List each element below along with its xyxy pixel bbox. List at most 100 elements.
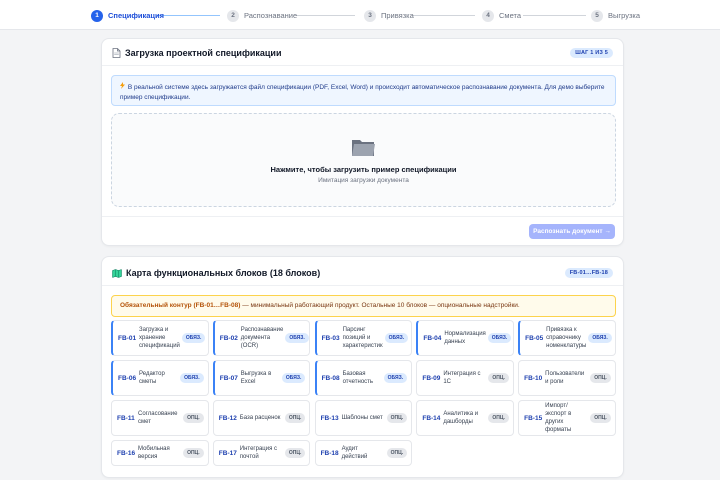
block-name: Интеграция с 1С (443, 371, 481, 385)
step-connector (523, 15, 586, 16)
optional-badge: ОПЦ. (590, 413, 611, 423)
mandatory-badge: ОБЯЗ. (383, 373, 408, 383)
mandatory-warning: Обязательный контур (FB-01…FB-08) — мини… (111, 295, 616, 317)
block-code: FB-05 (525, 334, 544, 342)
document-icon (112, 48, 121, 58)
dropzone-title: Нажмите, чтобы загрузить пример специфик… (270, 165, 457, 174)
optional-badge: ОПЦ. (183, 448, 204, 458)
optional-badge: ОПЦ. (386, 448, 408, 458)
upload-title: Загрузка проектной спецификации (125, 48, 282, 58)
functional-block-card[interactable]: FB-14 Аналитика и дашборды ОПЦ. (416, 400, 514, 436)
mandatory-badge: ОБЯЗ. (588, 333, 612, 343)
info-banner: В реальной системе здесь загружается фай… (111, 75, 616, 106)
step-label: Спецификация (108, 11, 165, 20)
functional-block-card[interactable]: FB-10 Пользователи и роли ОПЦ. (518, 360, 616, 396)
mandatory-badge: ОБЯЗ. (181, 333, 206, 343)
step-connector (413, 15, 475, 16)
functional-block-card[interactable]: FB-06 Редактор сметы ОБЯЗ. (111, 360, 209, 396)
header-divider (102, 65, 623, 66)
functional-block-card[interactable]: FB-05 Привязка к справочнику номенклатуры… (518, 320, 616, 356)
stepper: 1 Спецификация 2 Распознавание 3 Привязк… (0, 0, 720, 30)
footer-divider (102, 216, 623, 217)
optional-badge: ОПЦ. (590, 373, 611, 383)
block-code: FB-04 (423, 334, 442, 342)
upload-dropzone[interactable]: Нажмите, чтобы загрузить пример специфик… (111, 113, 616, 207)
block-code: FB-15 (524, 414, 543, 422)
functional-block-card[interactable]: FB-09 Интеграция с 1С ОПЦ. (416, 360, 514, 396)
functional-block-card[interactable]: FB-13 Шаблоны смет ОПЦ. (314, 400, 413, 436)
card-title: Загрузка проектной спецификации (112, 48, 282, 58)
step-number: 5 (591, 9, 603, 22)
warning-text: — минимальный работающий продукт. Осталь… (240, 302, 520, 309)
optional-badge: ОПЦ. (386, 413, 408, 423)
block-code: FB-08 (321, 374, 340, 382)
optional-badge: ОПЦ. (284, 448, 306, 458)
block-name: Пользователи и роли (545, 371, 585, 385)
warning-bold: Обязательный контур (FB-01…FB-08) (120, 302, 241, 309)
functional-block-card[interactable]: FB-18 Аудит действий ОПЦ. (314, 440, 413, 466)
step-connector (297, 15, 355, 16)
step-3[interactable]: 3 Привязка (364, 9, 414, 22)
functional-block-card[interactable]: FB-12 База расценок ОПЦ. (212, 400, 311, 436)
header-divider (102, 285, 623, 286)
block-name: Привязка к справочнику номенклатуры (546, 327, 587, 349)
functional-block-card[interactable]: FB-03 Парсинг позиций и характеристик ОБЯЗ… (314, 320, 413, 356)
block-code: FB-16 (117, 449, 136, 457)
optional-badge: ОПЦ. (488, 373, 509, 383)
functional-block-card[interactable]: FB-07 Выгрузка в Excel ОБЯЗ. (212, 360, 311, 396)
functional-block-card[interactable]: FB-16 Мобильная версия ОПЦ. (111, 440, 209, 466)
step-number: 4 (482, 9, 494, 22)
mandatory-badge: ОБЯЗ. (281, 373, 306, 383)
range-badge: FB-01…FB-18 (564, 268, 613, 278)
block-code: FB-11 (117, 414, 135, 422)
step-5[interactable]: 5 Выгрузка (591, 9, 640, 22)
lightning-icon (120, 82, 126, 93)
block-name: Загрузка и хранение спецификаций (139, 327, 180, 349)
map-icon (112, 268, 122, 278)
step-number: 1 (91, 9, 103, 22)
mandatory-badge: ОБЯЗ. (487, 333, 512, 343)
block-name: Интеграция с почтой (239, 446, 277, 460)
folder-icon (351, 136, 377, 158)
block-code: FB-01 (118, 334, 137, 342)
block-name: Редактор сметы (139, 371, 165, 385)
functional-block-card[interactable]: FB-08 Базовая отчетность ОБЯЗ. (314, 360, 413, 396)
block-code: FB-17 (218, 449, 237, 457)
functional-block-card[interactable]: FB-15 Импорт/экспорт в других форматы ОПЦ. (518, 400, 616, 436)
block-code: FB-02 (219, 334, 238, 342)
step-number: 2 (227, 9, 239, 22)
step-label: Выгрузка (608, 11, 641, 20)
block-name: База расценок (239, 415, 281, 421)
block-code: FB-13 (320, 414, 339, 422)
optional-badge: ОПЦ. (284, 413, 306, 423)
mandatory-badge: ОБЯЗ. (180, 373, 204, 383)
step-badge: ШАГ 1 ИЗ 5 (570, 48, 613, 58)
step-4[interactable]: 4 Смета (482, 9, 521, 22)
block-name: Нормализация данных (444, 331, 486, 345)
step-2[interactable]: 2 Распознавание (227, 9, 297, 22)
block-name: Шаблоны смет (341, 415, 383, 421)
block-name: Мобильная версия (138, 446, 170, 460)
block-name: Импорт/экспорт в других форматы (545, 403, 572, 433)
functional-block-card[interactable]: FB-01 Загрузка и хранение спецификаций ОБЯ… (111, 320, 209, 356)
functional-block-card[interactable]: FB-11 Согласование смет ОПЦ. (111, 400, 209, 436)
block-name: Аналитика и дашборды (443, 411, 479, 425)
step-label: Привязка (381, 11, 414, 20)
block-name: Выгрузка в Excel (240, 371, 272, 385)
optional-badge: ОПЦ. (488, 413, 509, 423)
functional-blocks-grid: FB-01 Загрузка и хранение спецификаций ОБЯ… (111, 320, 616, 466)
block-code: FB-18 (320, 449, 339, 457)
step-connector (156, 15, 220, 16)
functional-block-card[interactable]: FB-04 Нормализация данных ОБЯЗ. (416, 320, 514, 356)
blocks-title: Карта функциональных блоков (18 блоков) (126, 268, 321, 278)
step-label: Распознавание (244, 11, 298, 20)
recognize-document-button[interactable]: Распознать документ → (529, 224, 615, 239)
block-name: Парсинг позиций и характеристик (342, 327, 383, 349)
card-title: Карта функциональных блоков (18 блоков) (112, 268, 320, 278)
functional-block-card[interactable]: FB-17 Интеграция с почтой ОПЦ. (212, 440, 311, 466)
functional-block-card[interactable]: FB-02 Распознавание документа (OCR) ОБЯЗ. (212, 320, 311, 356)
block-code: FB-12 (218, 414, 237, 422)
block-code: FB-06 (118, 374, 137, 382)
step-1[interactable]: 1 Спецификация (91, 9, 164, 22)
optional-badge: ОПЦ. (183, 413, 204, 423)
